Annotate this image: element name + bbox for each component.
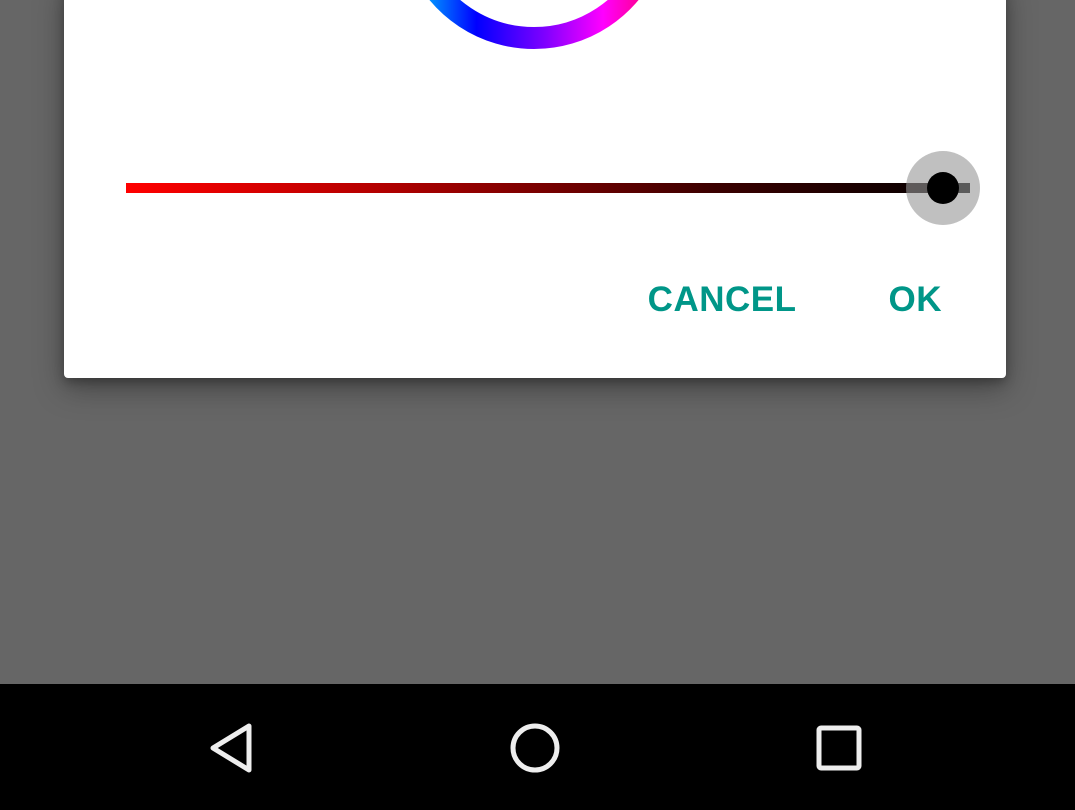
navigation-bar	[0, 684, 1075, 810]
color-wheel[interactable]	[419, 0, 649, 72]
recents-square-icon	[816, 725, 862, 771]
color-picker-dialog: CANCEL OK	[64, 0, 1006, 378]
back-button[interactable]	[201, 716, 265, 780]
slider-thumb[interactable]	[927, 172, 959, 204]
home-circle-icon	[510, 723, 560, 773]
screen: CANCEL OK	[0, 0, 1075, 810]
recents-button[interactable]	[807, 716, 871, 780]
cancel-button[interactable]: CANCEL	[648, 280, 797, 320]
home-button[interactable]	[503, 716, 567, 780]
slider-track[interactable]	[126, 183, 970, 193]
value-slider[interactable]	[126, 150, 980, 226]
back-triangle-icon	[210, 723, 252, 773]
dialog-actions: CANCEL OK	[648, 280, 942, 320]
ok-button[interactable]: OK	[889, 280, 943, 320]
